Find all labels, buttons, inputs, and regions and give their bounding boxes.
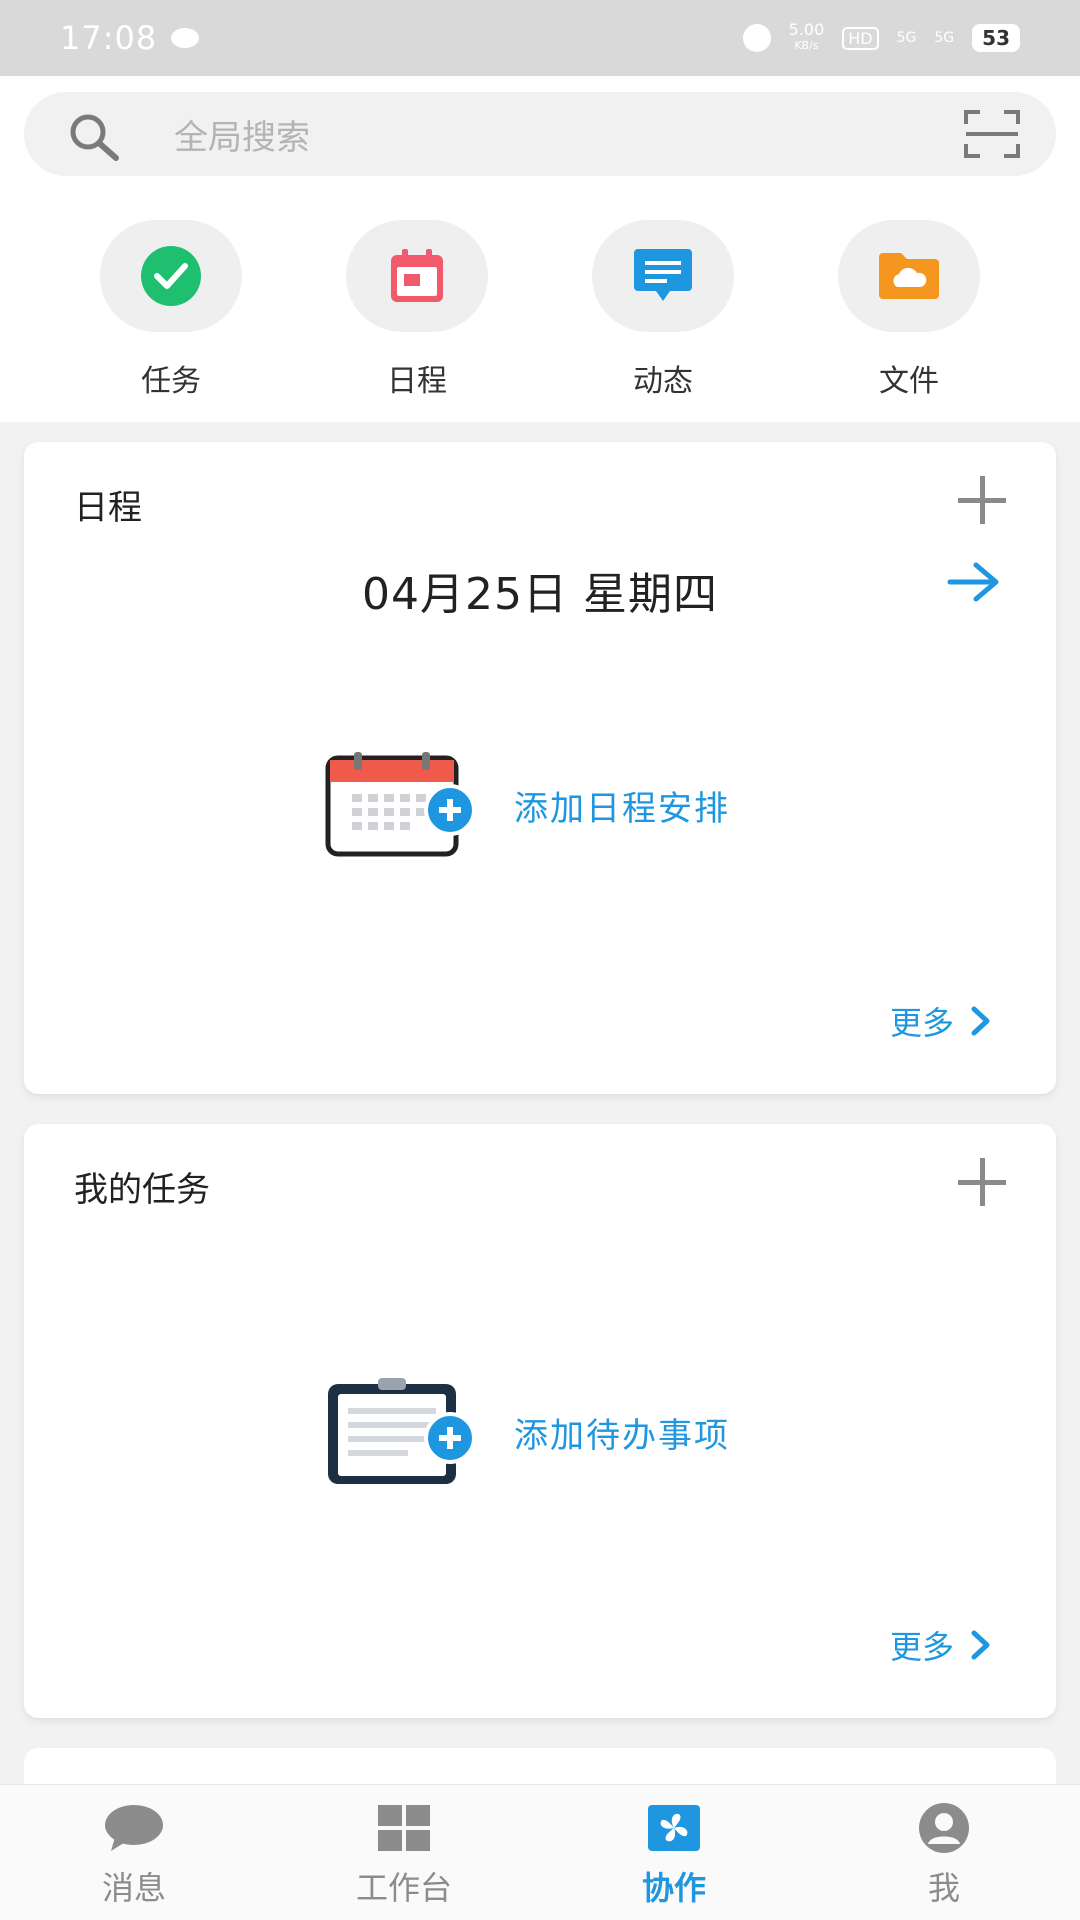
tab-workbench[interactable]: 工作台 [304,1799,504,1909]
tasks-more[interactable]: 更多 [890,1622,992,1668]
chevron-right-icon [971,1630,990,1660]
tasks-card: 我的任务 添加待办事项 更多 [24,1124,1056,1718]
calendar-add-icon [325,752,476,857]
schedule-more-label: 更多 [889,1004,954,1042]
tab-messages-label: 消息 [101,1869,166,1907]
schedule-card: 日程 04月25日 星期四 添加日程安排 更多 [24,442,1056,1094]
schedule-card-title: 日程 [74,488,142,528]
alarm-icon [742,24,771,52]
bottom-tab-bar: 消息 工作台 协作 我 [0,1784,1080,1920]
network-speed-value: 5.00 [788,20,825,39]
quick-schedule-bubble [346,220,488,332]
battery-level: 53 [972,24,1020,52]
status-bar: 17:08 5.00 KB/s HD 5G 5G 53 [0,0,1080,76]
tab-me-label: 我 [927,1869,960,1907]
tasks-card-title: 我的任务 [74,1170,210,1210]
tab-collaboration-label: 协作 [641,1869,706,1907]
calendar-icon [391,249,443,302]
chat-bubble-icon [105,1805,163,1851]
tasks-more-label: 更多 [889,1628,954,1666]
quick-files-bubble [838,220,980,332]
quick-schedule[interactable]: 日程 [342,220,492,400]
quick-files-label: 文件 [879,364,939,399]
status-time: 17:08 [60,19,158,57]
tab-me[interactable]: 我 [844,1799,1044,1909]
wechat-notification-icon [171,28,200,48]
add-task-text: 添加待办事项 [514,1415,730,1456]
quick-files[interactable]: 文件 [834,220,984,400]
tab-workbench-label: 工作台 [355,1869,452,1907]
tab-collaboration[interactable]: 协作 [574,1799,774,1909]
quick-actions: 任务 日程 动态 文件 [0,190,1080,422]
quick-task-bubble [100,220,242,332]
schedule-date: 04月25日 星期四 [362,569,718,620]
chevron-right-icon [971,1006,990,1036]
quick-activity-label: 动态 [633,364,693,399]
clipboard-add-icon [328,1378,476,1484]
signal-2-icon: 5G [934,30,955,46]
message-icon [634,249,692,301]
schedule-more[interactable]: 更多 [890,998,992,1044]
cloud-folder-icon [879,253,939,299]
hd-badge: HD [842,26,879,50]
next-date-arrow-icon[interactable] [946,560,1002,608]
add-schedule-plus-icon[interactable] [952,470,1012,530]
quick-task[interactable]: 任务 [96,220,246,400]
search-placeholder: 全局搜索 [174,117,310,158]
status-indicators: 5.00 KB/s HD 5G 5G 53 [742,22,1020,54]
user-icon [919,1803,969,1853]
add-schedule-text: 添加日程安排 [514,788,730,829]
search-area: 全局搜索 [0,76,1080,190]
grid-icon [378,1805,430,1851]
network-speed: 5.00 KB/s [789,22,825,54]
quick-activity[interactable]: 动态 [588,220,738,400]
scan-icon[interactable] [964,110,1020,162]
network-speed-unit: KB/s [794,39,819,52]
signal-1-icon: 5G [896,30,917,46]
search-icon [64,110,124,168]
task-check-icon [141,246,201,306]
search-input[interactable]: 全局搜索 [24,92,1056,176]
add-task-plus-icon[interactable] [952,1152,1012,1212]
quick-activity-bubble [592,220,734,332]
quick-task-label: 任务 [141,364,201,399]
add-schedule[interactable]: 添加日程安排 [324,752,730,858]
quick-schedule-label: 日程 [387,364,447,399]
pinwheel-icon [648,1805,700,1851]
add-task[interactable]: 添加待办事项 [324,1376,730,1488]
tab-messages[interactable]: 消息 [34,1799,234,1909]
